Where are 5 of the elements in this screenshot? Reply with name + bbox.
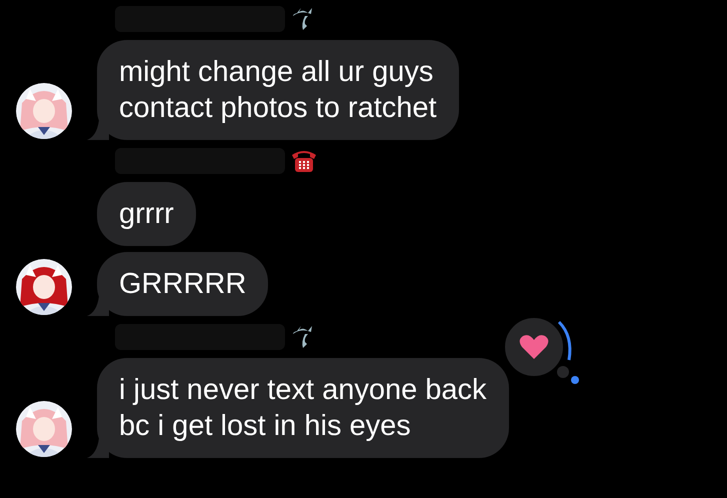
bubble-tail	[87, 438, 109, 458]
telephone-icon	[291, 149, 317, 173]
message-bubble: grrrr	[97, 182, 196, 246]
bubble-tail	[87, 120, 109, 140]
bubble-tail	[87, 296, 109, 316]
